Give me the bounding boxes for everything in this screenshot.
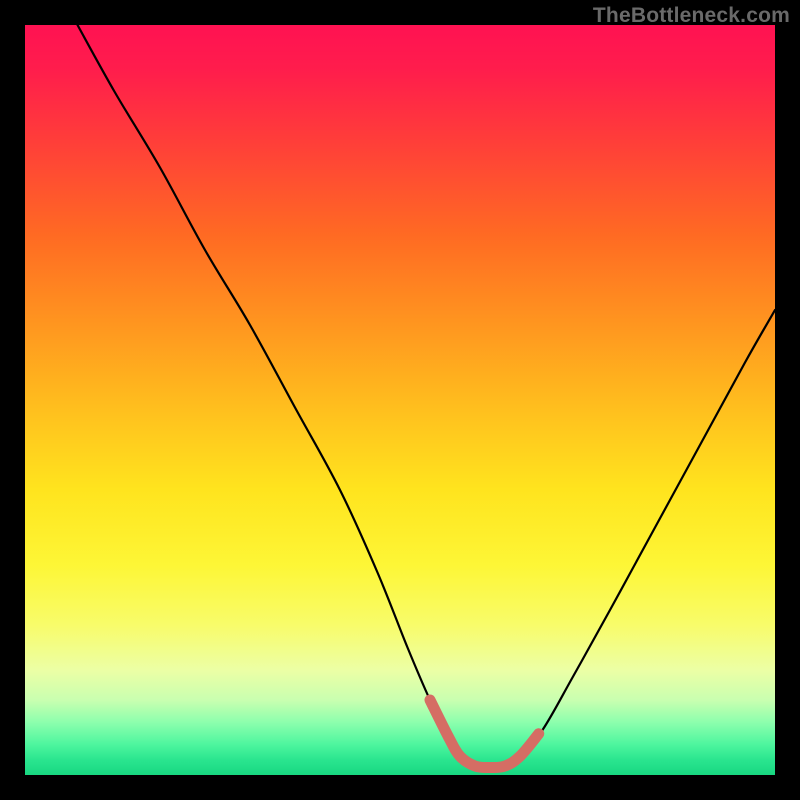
- plot-area: [25, 25, 775, 775]
- bottleneck-curve-path: [78, 25, 776, 768]
- highlight-band-path: [430, 700, 539, 768]
- chart-stage: TheBottleneck.com: [0, 0, 800, 800]
- curve-layer: [25, 25, 775, 775]
